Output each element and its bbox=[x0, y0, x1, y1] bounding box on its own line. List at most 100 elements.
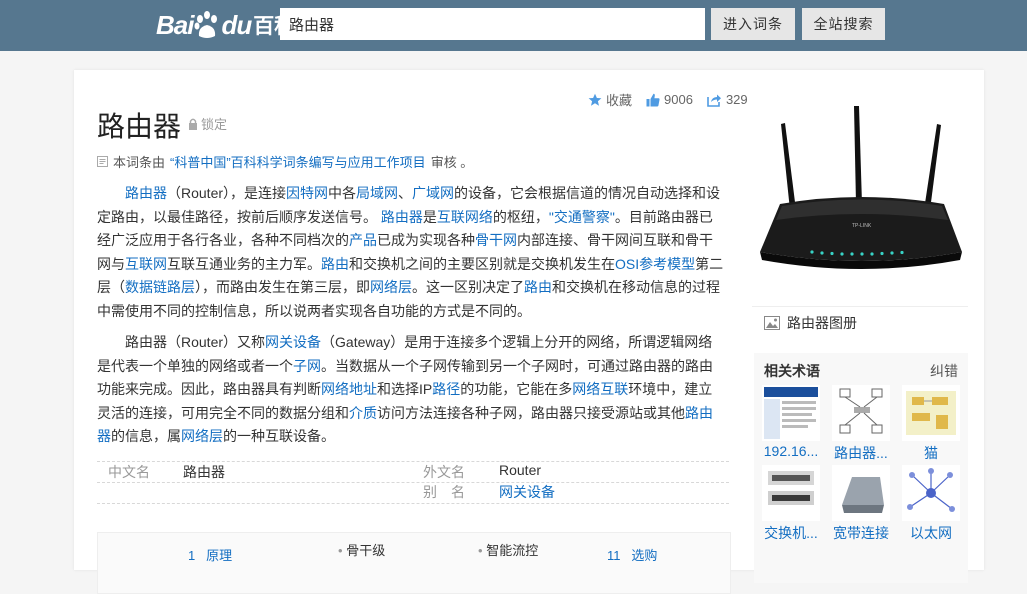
inline-link[interactable]: 路由器 bbox=[381, 209, 423, 225]
cn-name-value: 路由器 bbox=[183, 464, 225, 480]
favorite-label: 收藏 bbox=[606, 93, 633, 108]
inline-link[interactable]: 网关设备 bbox=[265, 334, 321, 350]
paragraph-text: 互联互通业务的主力军。 bbox=[167, 255, 321, 272]
album-label: 路由器图册 bbox=[787, 314, 857, 331]
paragraph-text: 。这一区别决定了 bbox=[412, 279, 524, 295]
paragraph-text: ），而路由发生在第三层，即 bbox=[195, 279, 370, 295]
paragraph-text: 已成为实现各种 bbox=[377, 232, 475, 248]
lock-status: 锁定 bbox=[188, 114, 227, 133]
thumbs-up-icon bbox=[646, 93, 660, 106]
baidu-baike-logo[interactable]: Bai du 百科 bbox=[156, 6, 295, 44]
review-suffix: 审核 。 bbox=[430, 155, 474, 170]
logo-bai-text: Bai bbox=[156, 9, 194, 40]
divider bbox=[97, 503, 729, 504]
paw-icon bbox=[194, 10, 220, 40]
inline-link[interactable]: 子网 bbox=[293, 358, 321, 374]
related-thumb[interactable] bbox=[902, 385, 960, 441]
related-link-switch[interactable]: 交换机... bbox=[758, 523, 824, 543]
paragraph-text: 和交换机之间的主要区别就是交换机发生在 bbox=[349, 255, 615, 272]
catalog-item-11[interactable]: 11 选购 bbox=[607, 545, 657, 564]
basic-info-table: 中文名 路由器 外文名 Router 别 名 网关设备 bbox=[97, 461, 729, 504]
related-thumb[interactable] bbox=[762, 465, 820, 521]
svg-text:TP-LINK: TP-LINK bbox=[852, 223, 872, 229]
inline-link[interactable]: 路由 bbox=[524, 279, 552, 295]
paragraph-text: 、 bbox=[398, 185, 413, 201]
inline-link[interactable]: 数据链路层 bbox=[125, 279, 195, 295]
share-count: 329 bbox=[725, 92, 748, 107]
inline-link[interactable]: 路径 bbox=[432, 381, 460, 397]
catalog: 1 原理 • 骨干级 • 智能流控 11 选购 bbox=[97, 532, 731, 594]
related-link-ethernet[interactable]: 以太网 bbox=[898, 523, 964, 543]
summary-paragraph-1: 路由器（Router），是连接因特网中各局域网、广域网的设备，它会根据信道的情况… bbox=[97, 182, 726, 323]
review-prefix: 本词条由 bbox=[113, 155, 166, 170]
related-thumb[interactable] bbox=[832, 465, 890, 521]
related-terms: 相关术语 纠错 192.16... 路由器... 猫 交换机... 宽带连接 以… bbox=[754, 353, 968, 583]
logo-du-text: du bbox=[221, 9, 252, 40]
related-link-192[interactable]: 192.16... bbox=[758, 443, 824, 459]
paragraph-text: 的一种互联设备。 bbox=[223, 428, 335, 444]
favorite-button[interactable]: 收藏 bbox=[588, 90, 632, 109]
related-link-modem[interactable]: 猫 bbox=[898, 443, 964, 463]
inline-link[interactable]: 产品 bbox=[349, 232, 377, 248]
basic-info-row: 别 名 网关设备 bbox=[97, 482, 729, 503]
error-report-link[interactable]: 纠错 bbox=[930, 361, 958, 381]
catalog-item-1[interactable]: 1 原理 bbox=[188, 545, 232, 564]
inline-link[interactable]: 网络地址 bbox=[321, 381, 377, 397]
router-photo[interactable]: TP-LINK bbox=[752, 92, 968, 302]
enter-entry-button[interactable]: 进入词条 bbox=[711, 8, 795, 40]
picture-icon bbox=[764, 315, 780, 330]
lock-icon bbox=[189, 118, 197, 130]
page-title: 路由器 bbox=[97, 111, 182, 142]
inline-link[interactable]: 介质 bbox=[349, 405, 377, 421]
paragraph-text: 的枢纽， bbox=[492, 208, 549, 225]
cn-name-key: 中文名 bbox=[108, 464, 150, 480]
review-org-link[interactable]: “科普中国”百科科学词条编写与应用工作项目 bbox=[170, 152, 426, 171]
related-heading: 相关术语 bbox=[764, 363, 820, 379]
alias-link[interactable]: 网关设备 bbox=[499, 482, 555, 502]
inline-link[interactable]: 互联网 bbox=[125, 256, 167, 272]
review-notice: 本词条由 “科普中国”百科科学词条编写与应用工作项目 审核 。 bbox=[97, 152, 473, 171]
inline-link[interactable]: 因特网 bbox=[286, 185, 328, 201]
star-icon bbox=[588, 93, 602, 106]
document-icon bbox=[97, 156, 108, 167]
inline-link[interactable]: 网络互联 bbox=[572, 381, 628, 397]
catalog-subitem[interactable]: • 智能流控 bbox=[478, 540, 538, 559]
inline-link[interactable]: 局域网 bbox=[356, 185, 398, 201]
inline-link[interactable]: 广域网 bbox=[412, 185, 454, 201]
paragraph-text: 是 bbox=[422, 208, 437, 225]
inline-link[interactable]: 互联网络 bbox=[437, 209, 493, 225]
paragraph-text: 访问方法连接各种子网，路由器只接受源站或其他 bbox=[377, 404, 685, 421]
inline-link[interactable]: 网络层 bbox=[370, 279, 412, 295]
paragraph-text: 中各 bbox=[328, 185, 357, 201]
related-thumb[interactable] bbox=[832, 385, 890, 441]
inline-link[interactable]: 路由器 bbox=[125, 185, 167, 201]
paragraph-text: 的功能，它能在多 bbox=[460, 381, 573, 397]
paragraph-text: 和选择IP bbox=[377, 381, 433, 397]
paragraph-text: 的信息，属 bbox=[111, 428, 181, 444]
paragraph-text: （Router），是连接 bbox=[167, 185, 287, 201]
entry-actions: 收藏 9006 329 bbox=[588, 90, 748, 109]
catalog-subitem[interactable]: • 骨干级 bbox=[338, 540, 385, 559]
inline-link[interactable]: 网络层 bbox=[181, 428, 223, 444]
like-button[interactable]: 9006 bbox=[646, 92, 693, 107]
top-bar: Bai du 百科 进入词条 全站搜索 bbox=[0, 0, 1027, 51]
share-button[interactable]: 329 bbox=[707, 92, 748, 107]
related-thumb[interactable] bbox=[902, 465, 960, 521]
like-count: 9006 bbox=[664, 92, 693, 107]
album-link[interactable]: 路由器图册 bbox=[752, 306, 968, 338]
inline-link[interactable]: 骨干网 bbox=[475, 232, 517, 248]
inline-link[interactable]: OSI参考模型 bbox=[615, 256, 695, 272]
related-link-router[interactable]: 路由器... bbox=[828, 443, 894, 463]
inline-link[interactable]: "交通警察" bbox=[549, 209, 615, 225]
foreign-name-value: Router bbox=[499, 462, 542, 478]
site-search-button[interactable]: 全站搜索 bbox=[802, 8, 885, 40]
summary-paragraph-2: 路由器（Router）又称网关设备（Gateway）是用于连接多个逻辑上分开的网… bbox=[97, 331, 726, 449]
lock-label: 锁定 bbox=[201, 117, 228, 132]
share-icon bbox=[707, 94, 721, 107]
inline-link[interactable]: 路由 bbox=[321, 256, 349, 272]
basic-info-row: 中文名 路由器 外文名 Router bbox=[97, 461, 729, 482]
foreign-name-key: 外文名 bbox=[423, 464, 465, 480]
related-link-broadband[interactable]: 宽带连接 bbox=[828, 523, 894, 543]
search-input[interactable] bbox=[280, 8, 705, 40]
related-thumb[interactable] bbox=[762, 385, 820, 441]
